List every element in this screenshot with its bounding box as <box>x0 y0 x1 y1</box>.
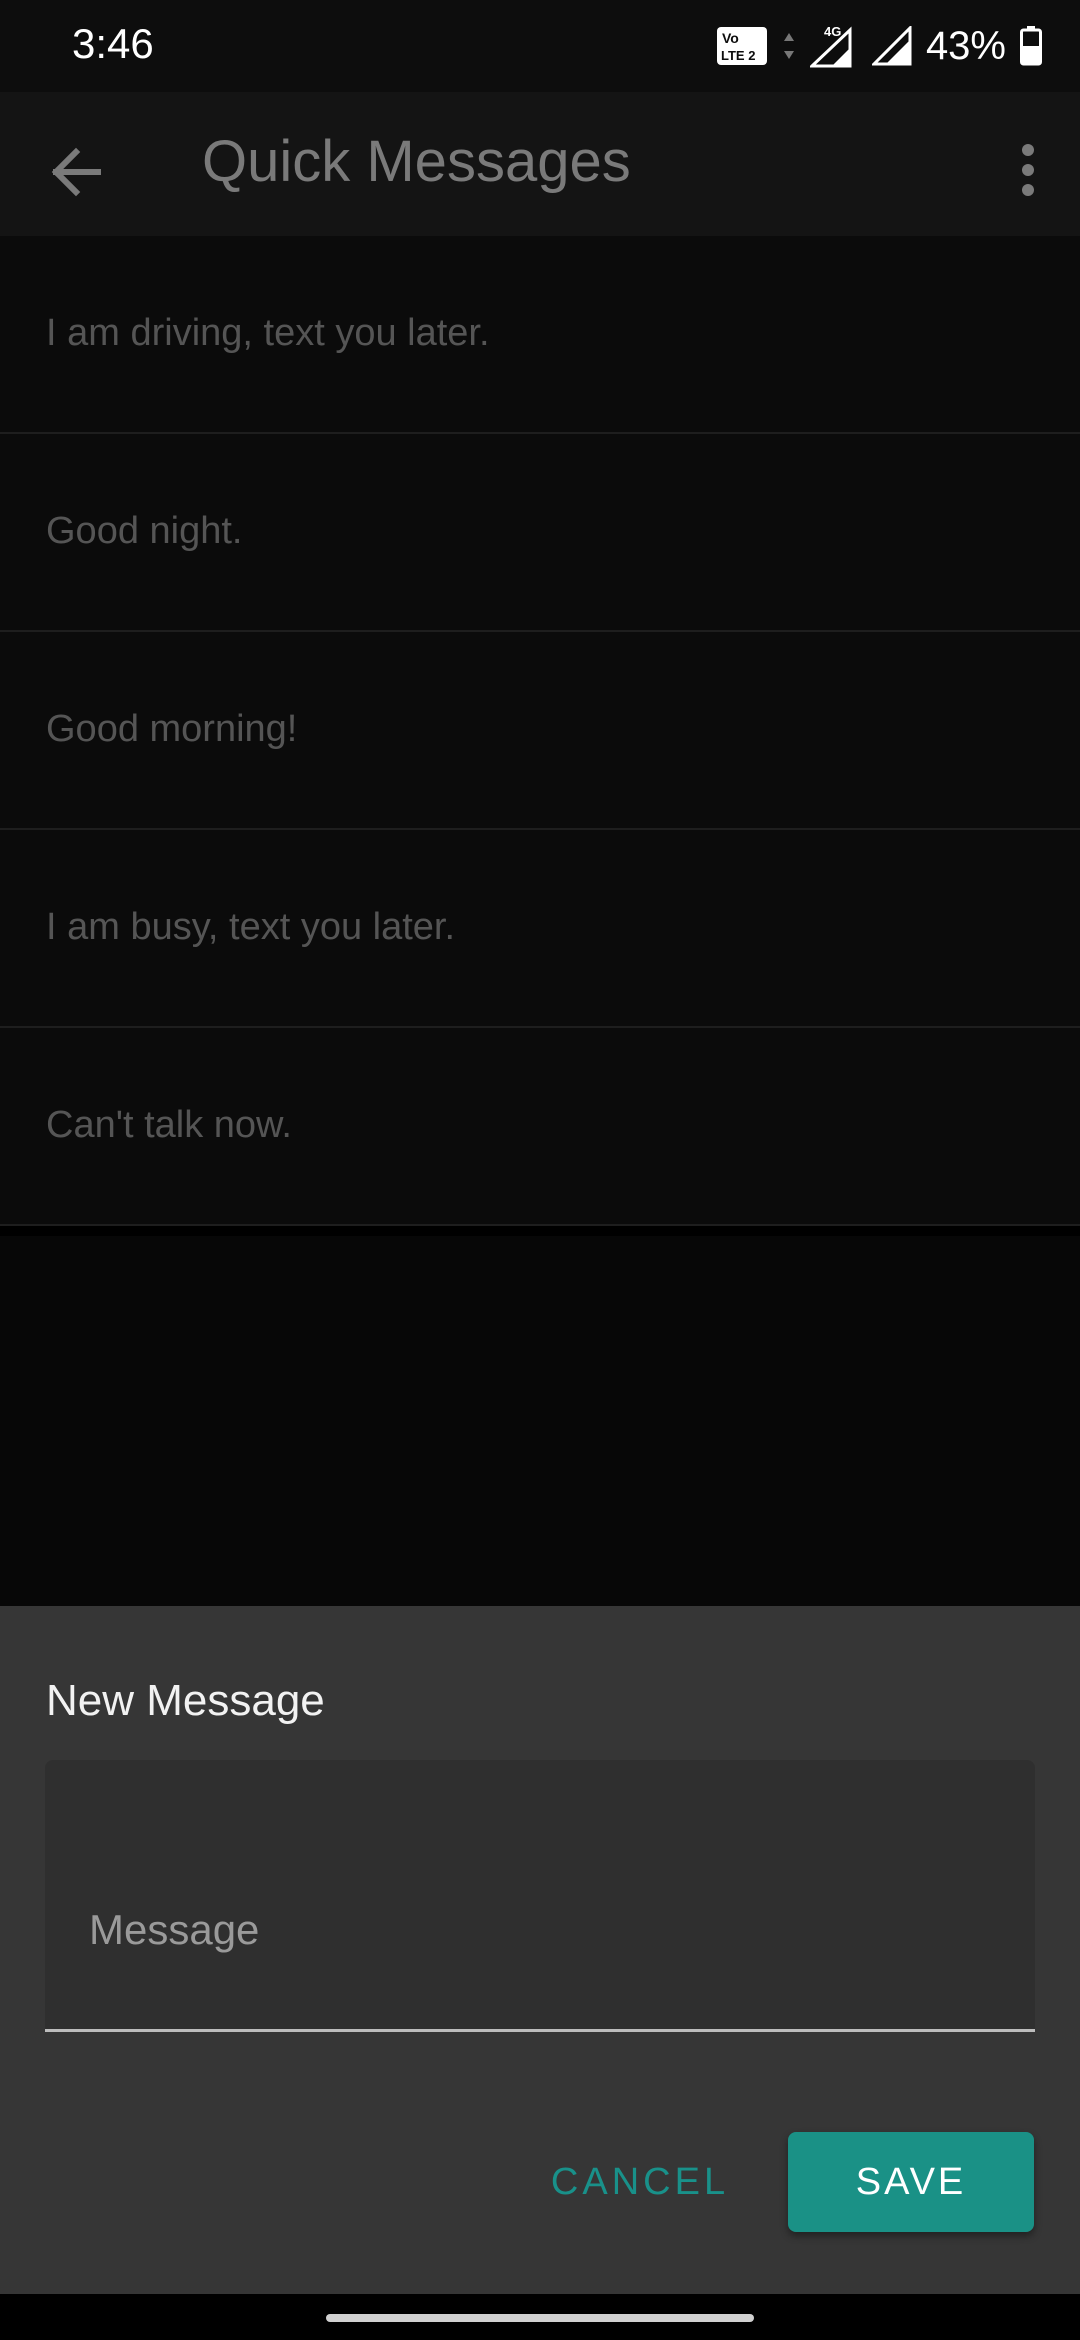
back-button[interactable] <box>36 130 120 214</box>
list-item[interactable]: Can't talk now. <box>0 1028 1080 1226</box>
more-options-button[interactable] <box>996 128 1060 216</box>
data-arrows-icon <box>783 33 794 59</box>
list-empty-area[interactable] <box>0 1236 1080 1606</box>
navigation-bar <box>0 2294 1080 2340</box>
save-button[interactable]: SAVE <box>788 2132 1034 2232</box>
list-item[interactable]: Good night. <box>0 434 1080 632</box>
list-item[interactable]: Good morning! <box>0 632 1080 830</box>
page-title: Quick Messages <box>202 129 631 194</box>
list-item-text: Can't talk now. <box>46 1104 292 1146</box>
cancel-button[interactable]: CANCEL <box>530 2132 750 2232</box>
list-item-text: I am driving, text you later. <box>46 312 490 354</box>
message-input[interactable] <box>45 1760 1035 2029</box>
svg-text:4G: 4G <box>824 24 841 39</box>
status-time: 3:46 <box>72 20 154 67</box>
status-bar: 3:46 Vo LTE 2 4G 43% <box>0 0 1080 92</box>
battery-icon <box>1020 26 1042 66</box>
svg-text:LTE 2: LTE 2 <box>721 48 755 63</box>
list-item-text: Good night. <box>46 510 243 552</box>
list-item[interactable]: I am driving, text you later. <box>0 236 1080 434</box>
list-item-text: I am busy, text you later. <box>46 906 456 948</box>
message-field[interactable] <box>45 1760 1035 2032</box>
dialog-title: New Message <box>46 1676 325 1725</box>
signal-4g-icon: 4G <box>809 24 852 68</box>
volte-icon: Vo LTE 2 <box>716 27 767 65</box>
arrow-back-icon <box>51 147 101 197</box>
battery-percent: 43% <box>925 23 1006 68</box>
svg-text:Vo: Vo <box>722 30 739 46</box>
new-message-dialog: New Message CANCEL SAVE <box>0 1606 1080 2294</box>
home-indicator[interactable] <box>326 2314 754 2322</box>
quick-messages-list: I am driving, text you later. Good night… <box>0 236 1080 1226</box>
status-icons: Vo LTE 2 4G 43% <box>716 22 1042 70</box>
signal-icon <box>871 26 912 66</box>
list-item[interactable]: I am busy, text you later. <box>0 830 1080 1028</box>
app-bar: Quick Messages <box>0 92 1080 236</box>
more-vert-icon <box>1022 144 1034 196</box>
list-item-text: Good morning! <box>46 708 298 750</box>
